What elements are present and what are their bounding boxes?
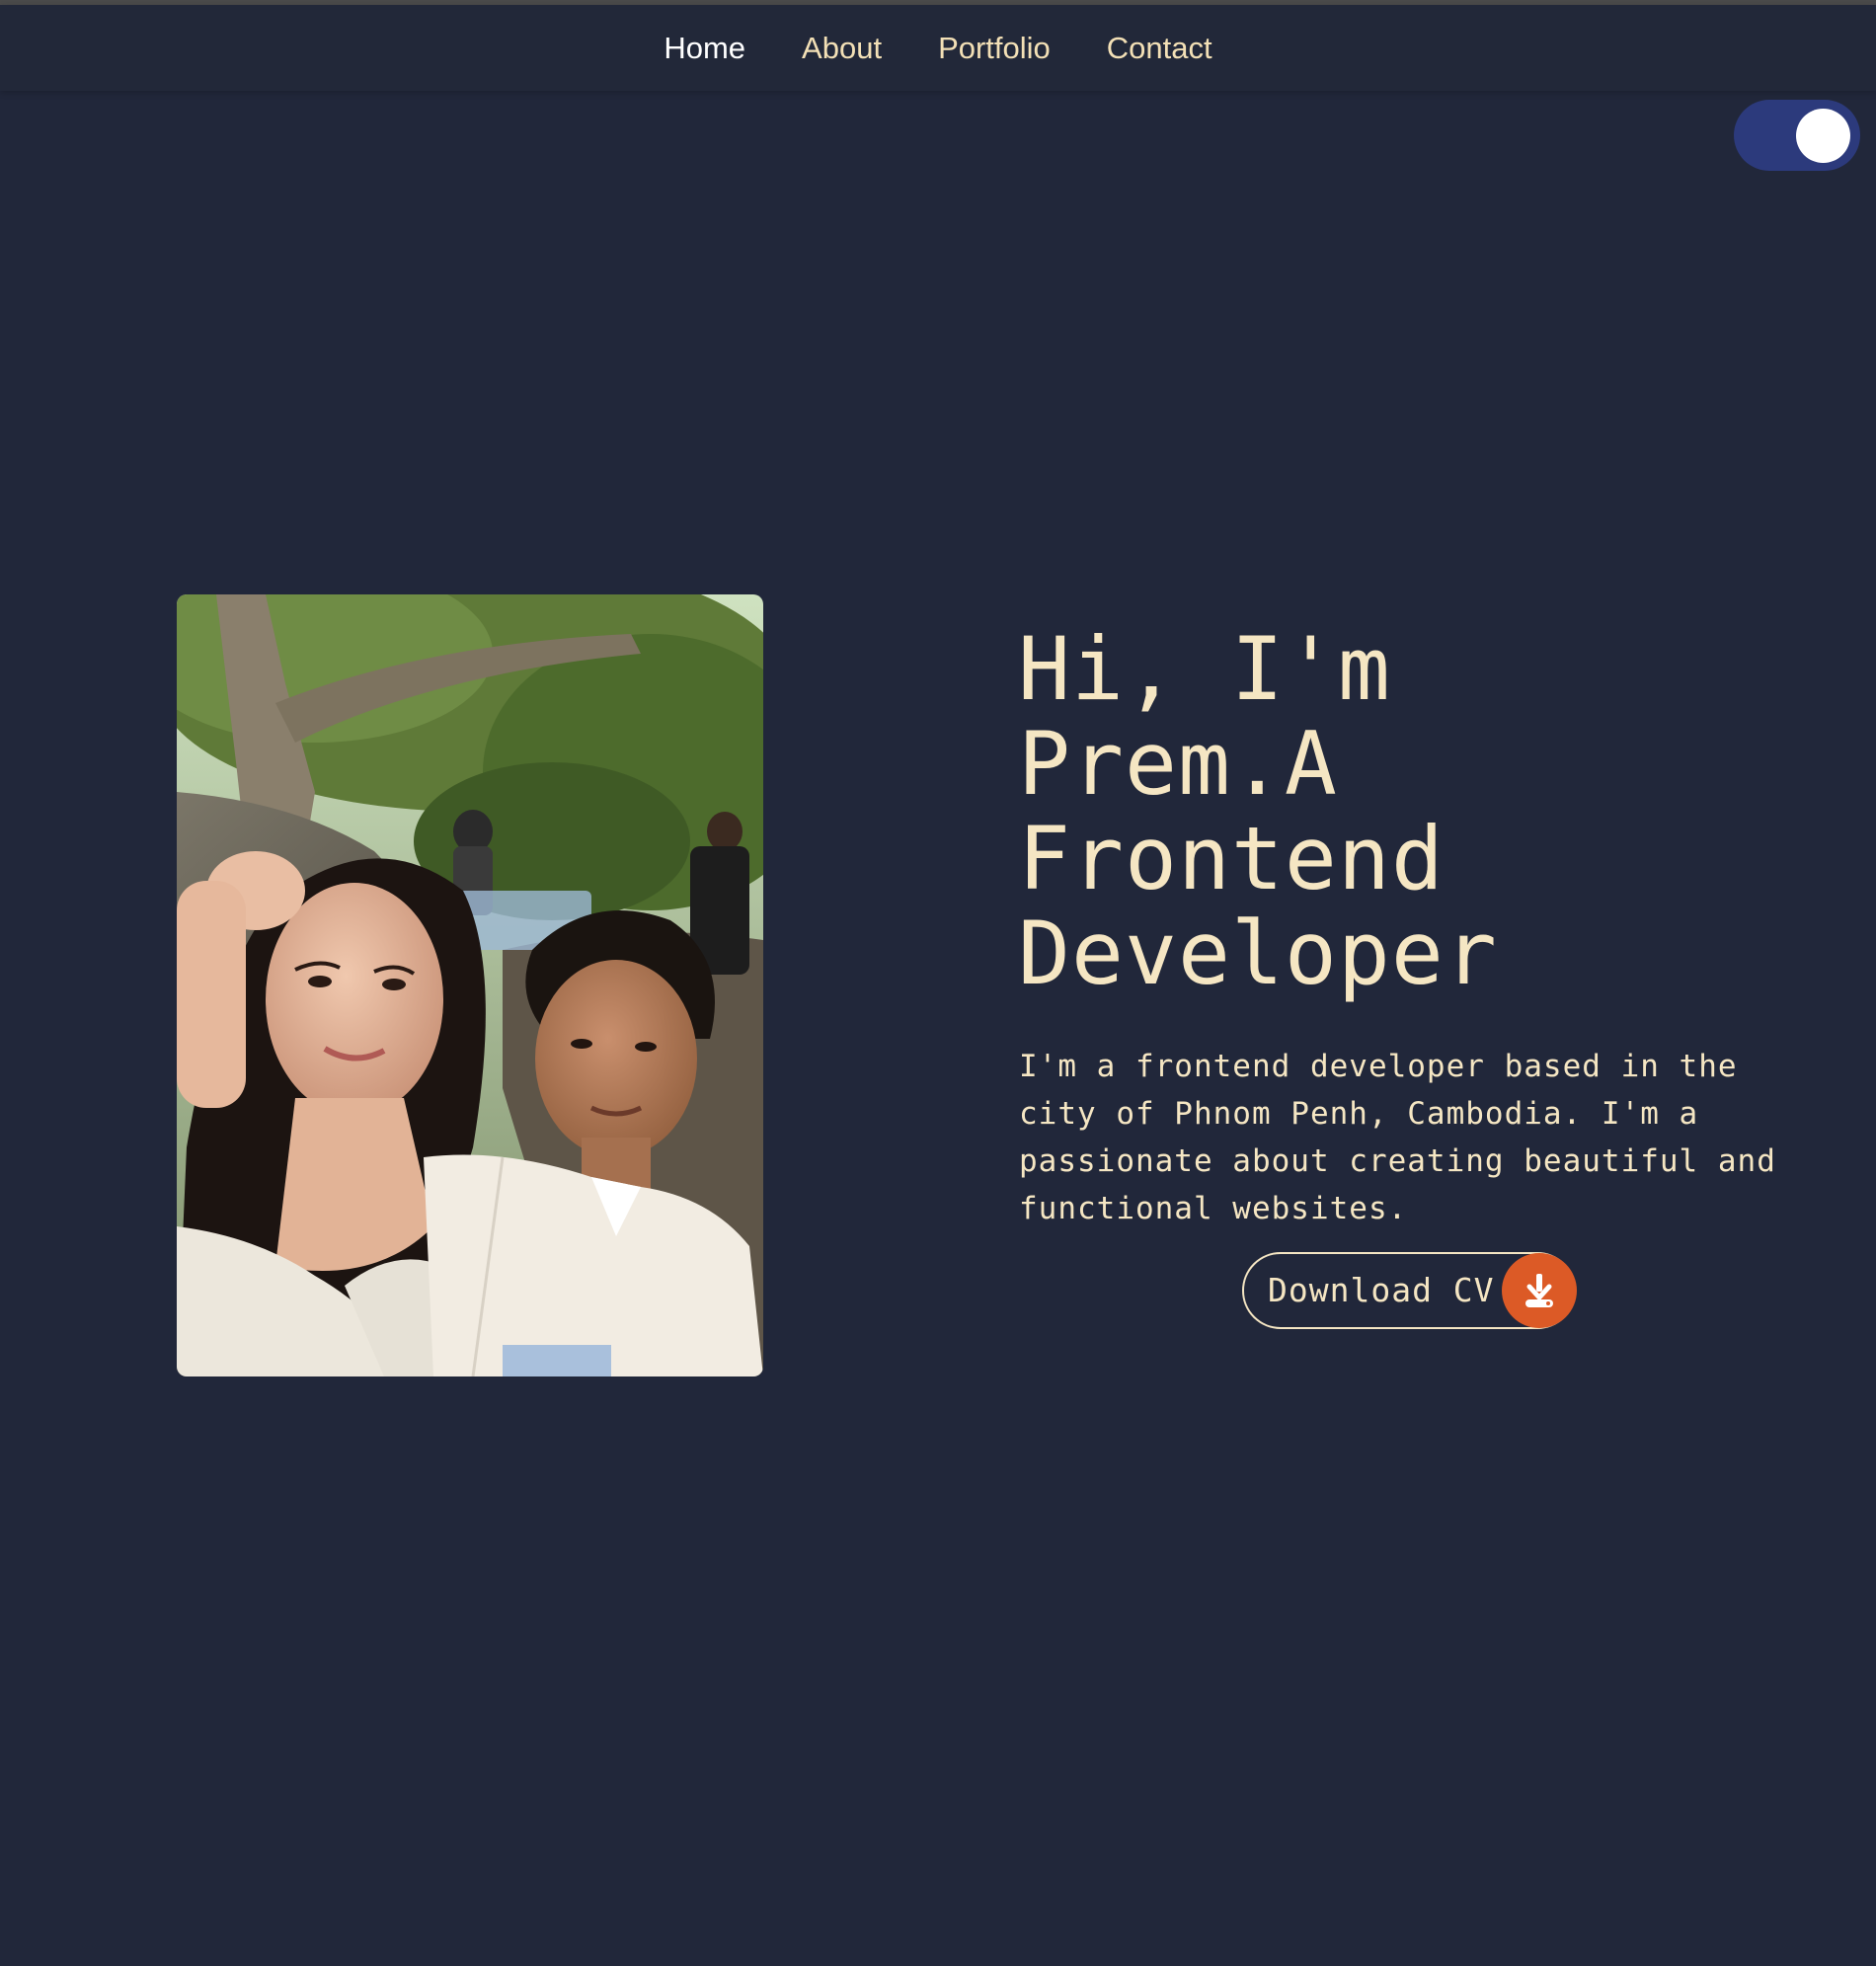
download-cv-button[interactable]: Download CV [1242, 1252, 1577, 1329]
nav-link-portfolio[interactable]: Portfolio [938, 33, 1051, 63]
hero-title-line-2: Prem.A [1018, 713, 1338, 815]
navbar: Home About Portfolio Contact [0, 5, 1876, 91]
hero-title: Hi, I'm Prem.A Frontend Developer [1018, 622, 1828, 1001]
hero-title-line-4: Developer [1018, 903, 1498, 1004]
nav-link-home[interactable]: Home [664, 33, 745, 63]
download-icon [1502, 1253, 1577, 1328]
hero-title-line-3: Frontend [1018, 808, 1445, 909]
hero-description: I'm a frontend developer based in the ci… [1019, 1049, 1776, 1226]
hero-title-line-1: Hi, I'm [1018, 618, 1391, 720]
theme-toggle[interactable] [1734, 100, 1860, 171]
download-cv-label: Download CV [1268, 1271, 1495, 1309]
nav-link-contact[interactable]: Contact [1107, 33, 1212, 63]
profile-photo [177, 594, 763, 1376]
nav-links: Home About Portfolio Contact [0, 5, 1876, 91]
toggle-knob [1796, 109, 1850, 163]
nav-link-about[interactable]: About [802, 33, 882, 63]
